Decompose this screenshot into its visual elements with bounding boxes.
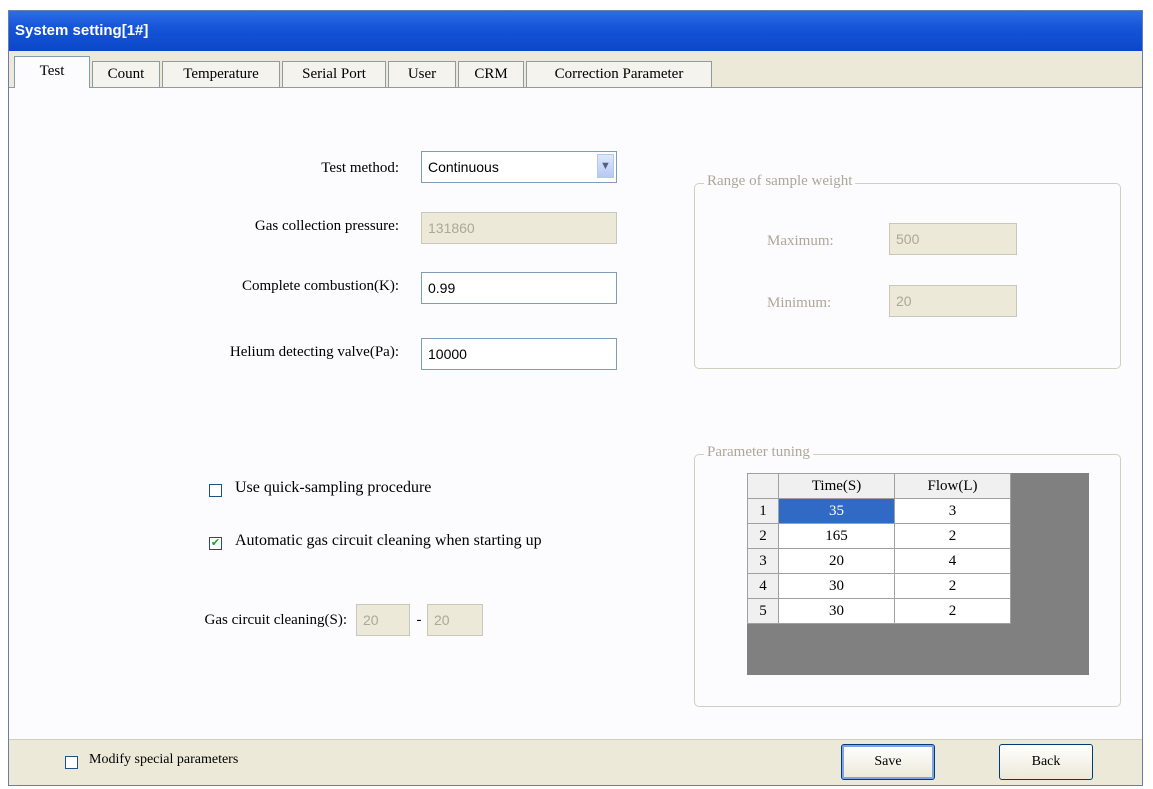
time-cell[interactable]: 20 xyxy=(778,548,895,574)
row-header: 3 xyxy=(747,548,779,574)
title-bar: System setting[1#] xyxy=(9,11,1142,51)
flow-cell[interactable]: 3 xyxy=(894,498,1011,524)
flow-cell[interactable]: 2 xyxy=(894,598,1011,624)
save-button[interactable]: Save xyxy=(841,744,935,780)
back-button[interactable]: Back xyxy=(999,744,1093,780)
helium-valve-label: Helium detecting valve(Pa): xyxy=(229,344,399,360)
tab-bar: Test Count Temperature Serial Port User … xyxy=(9,51,1142,88)
gas-pressure-label: Gas collection pressure: xyxy=(254,218,399,234)
maximum-field: 500 xyxy=(889,223,1017,255)
quick-sampling-label: Use quick-sampling procedure xyxy=(235,479,432,496)
test-method-label: Test method: xyxy=(321,160,399,176)
flow-cell[interactable]: 4 xyxy=(894,548,1011,574)
minimum-label: Minimum: xyxy=(767,295,832,311)
tab-user[interactable]: User xyxy=(388,61,456,87)
gas-cleaning-from-field: 20 xyxy=(356,604,410,636)
tab-correction-parameter[interactable]: Correction Parameter xyxy=(526,61,712,87)
gas-cleaning-to-field: 20 xyxy=(427,604,483,636)
time-cell[interactable]: 30 xyxy=(778,598,895,624)
row-header: 4 xyxy=(747,573,779,599)
column-header-time: Time(S) xyxy=(778,473,895,499)
row-header: 5 xyxy=(747,598,779,624)
tuning-grid: Time(S) Flow(L) 1 35 3 2 165 2 3 20 4 4 … xyxy=(747,473,1089,675)
column-header-flow: Flow(L) xyxy=(894,473,1011,499)
window-title: System setting[1#] xyxy=(15,22,149,39)
test-tab-panel: Test method: Continuous ▼ Gas collection… xyxy=(9,88,1142,740)
gas-cleaning-label: Gas circuit cleaning(S): xyxy=(204,612,347,628)
minimum-field: 20 xyxy=(889,285,1017,317)
footer-bar: Modify special parameters Save Back xyxy=(9,739,1142,785)
table-row[interactable]: 2 165 2 xyxy=(747,523,1011,549)
sample-weight-group xyxy=(694,183,1121,369)
sample-weight-title: Range of sample weight xyxy=(704,173,856,190)
row-header: 1 xyxy=(747,498,779,524)
modify-special-label: Modify special parameters xyxy=(89,752,239,767)
time-cell[interactable]: 165 xyxy=(778,523,895,549)
system-setting-window: System setting[1#] Test Count Temperatur… xyxy=(8,10,1143,786)
table-row[interactable]: 5 30 2 xyxy=(747,598,1011,624)
gas-pressure-field: 131860 xyxy=(421,212,617,244)
test-method-select[interactable]: Continuous ▼ xyxy=(421,151,617,183)
quick-sampling-checkbox[interactable] xyxy=(209,484,222,497)
check-icon: ✔ xyxy=(210,537,221,549)
complete-combustion-label: Complete combustion(K): xyxy=(241,278,399,294)
maximum-label: Maximum: xyxy=(767,233,834,249)
tab-serial-port[interactable]: Serial Port xyxy=(282,61,386,87)
table-row[interactable]: 4 30 2 xyxy=(747,573,1011,599)
chevron-down-icon[interactable]: ▼ xyxy=(597,154,614,178)
tab-test[interactable]: Test xyxy=(14,56,90,88)
auto-cleaning-label: Automatic gas circuit cleaning when star… xyxy=(235,532,542,549)
tab-temperature[interactable]: Temperature xyxy=(162,61,280,87)
modify-special-checkbox[interactable] xyxy=(65,756,78,769)
complete-combustion-field[interactable]: 0.99 xyxy=(421,272,617,304)
auto-cleaning-checkbox[interactable]: ✔ xyxy=(209,537,222,550)
parameter-tuning-title: Parameter tuning xyxy=(704,444,813,461)
gas-cleaning-separator: - xyxy=(416,612,422,628)
helium-valve-field[interactable]: 10000 xyxy=(421,338,617,370)
tab-count[interactable]: Count xyxy=(92,61,160,87)
row-header: 2 xyxy=(747,523,779,549)
grid-corner xyxy=(747,473,779,499)
time-cell[interactable]: 35 xyxy=(778,498,895,524)
test-method-value: Continuous xyxy=(428,159,499,175)
table-row[interactable]: 1 35 3 xyxy=(747,498,1011,524)
flow-cell[interactable]: 2 xyxy=(894,573,1011,599)
flow-cell[interactable]: 2 xyxy=(894,523,1011,549)
tab-crm[interactable]: CRM xyxy=(458,61,524,87)
tuning-table: Time(S) Flow(L) 1 35 3 2 165 2 3 20 4 4 … xyxy=(747,473,1011,624)
time-cell[interactable]: 30 xyxy=(778,573,895,599)
table-row[interactable]: 3 20 4 xyxy=(747,548,1011,574)
